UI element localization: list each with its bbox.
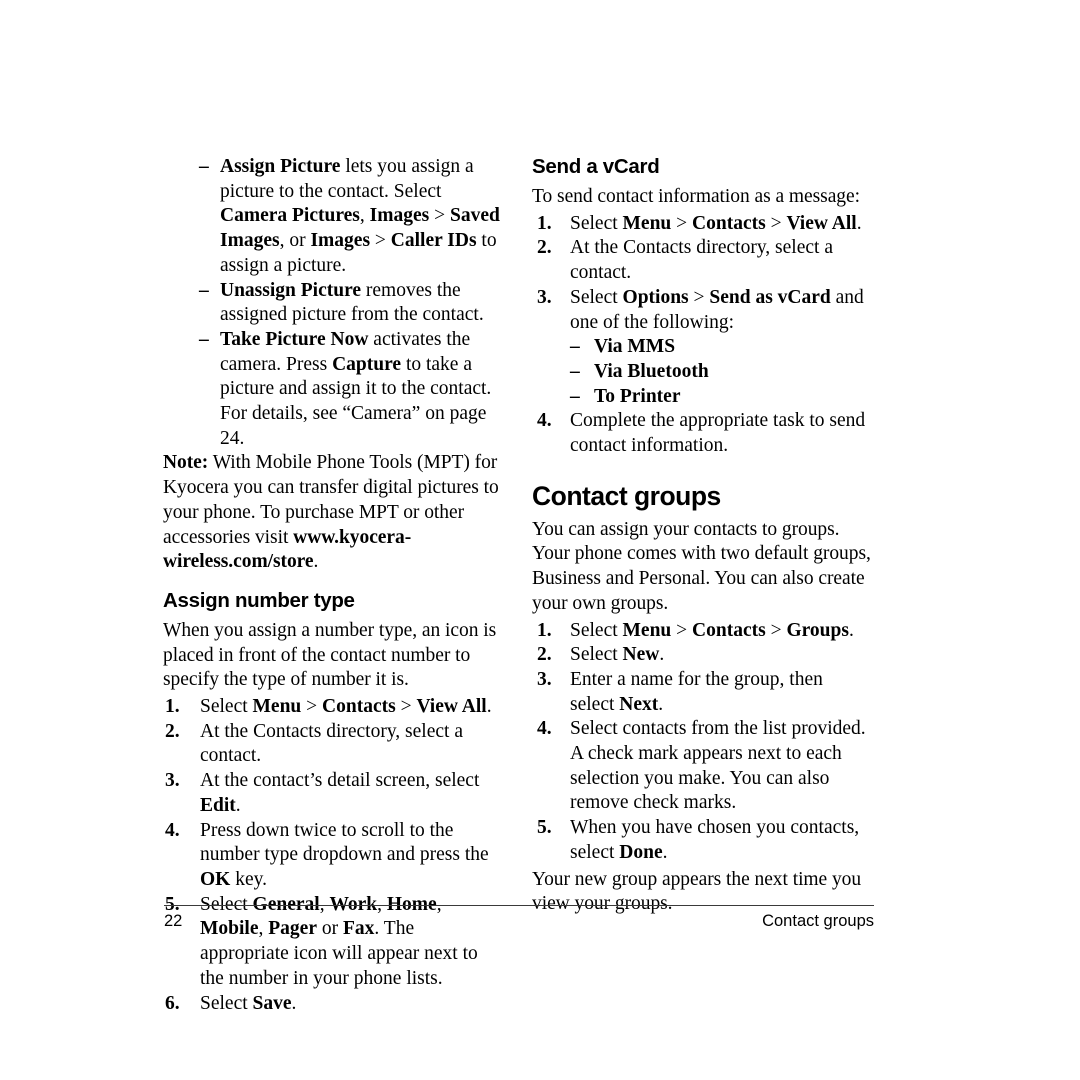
right-column: Send a vCard To send contact information… (532, 155, 872, 919)
numbered-step: 4. Select contacts from the list provided… (532, 717, 872, 816)
numbered-step: 1. Select Menu > Contacts > View All. (163, 695, 503, 720)
send-vcard-intro: To send contact information as a message… (532, 186, 860, 207)
step-text: At the Contacts directory, select a cont… (570, 237, 833, 284)
step-number: 5. (537, 817, 552, 839)
numbered-step: 3. Enter a name for the group, then selec… (532, 668, 872, 717)
step-number: 1. (165, 696, 180, 718)
dash-item-text: To Printer (594, 385, 681, 407)
step-number: 4. (537, 410, 552, 432)
step-text: Select Menu > Contacts > Groups. (570, 619, 854, 641)
step-text: Press down twice to scroll to the number… (200, 819, 489, 890)
dash-item-text: Assign Picture lets you assign a picture… (220, 156, 500, 276)
step-number: 2. (537, 237, 552, 259)
step-text: At the Contacts directory, select a cont… (200, 720, 463, 767)
dash-bullet-item: – Unassign Picture removes the assigned p… (163, 279, 503, 328)
dash-marker: – (199, 279, 209, 301)
mpt-note: Note: With Mobile Phone Tools (MPT) for … (163, 452, 499, 573)
contact-groups-steps: 1. Select Menu > Contacts > Groups. 2. Sele… (532, 619, 872, 866)
dash-marker: – (199, 156, 209, 177)
step-number: 3. (165, 770, 180, 792)
step-number: 4. (537, 718, 552, 740)
step-text: Enter a name for the group, then select … (570, 668, 823, 715)
step-text: Select New. (570, 644, 665, 666)
step-number: 2. (165, 720, 180, 742)
step-number: 4. (165, 819, 180, 841)
dash-item-text: Unassign Picture removes the assigned pi… (220, 279, 484, 326)
step-number: 2. (537, 644, 552, 666)
assign-number-type-intro: When you assign a number type, an icon i… (163, 619, 497, 691)
dash-marker: – (570, 385, 580, 407)
picture-options-list: – Assign Picture lets you assign a pictur… (163, 155, 503, 451)
left-column: – Assign Picture lets you assign a pictur… (163, 155, 503, 1016)
dash-item-text: Via MMS (594, 336, 676, 358)
dash-bullet-item: – Via MMS (532, 335, 872, 360)
send-vcard-steps: 1. Select Menu > Contacts > View All. 2. At… (532, 212, 872, 336)
numbered-step: 5.Select General, Work, Home, Mobile, Pa… (163, 893, 503, 992)
step-text: At the contact’s detail screen, select E… (200, 770, 480, 816)
numbered-step: 2. At the Contacts directory, select a co… (532, 236, 872, 285)
numbered-step: 3. At the contact’s detail screen, select… (163, 769, 503, 818)
step-number: 3. (537, 668, 552, 690)
send-vcard-heading: Send a vCard (532, 155, 660, 178)
step-number: 1. (537, 619, 552, 641)
step-number: 6. (165, 992, 180, 1014)
step-text: Select General, Work, Home, Mobile, Page… (200, 893, 478, 989)
dash-bullet-item: – Via Bluetooth (532, 360, 872, 385)
step-text: Select Menu > Contacts > View All. (200, 696, 492, 718)
numbered-step: 4. Press down twice to scroll to the numb… (163, 819, 503, 893)
dash-bullet-item: – Assign Picture lets you assign a pictur… (163, 155, 503, 279)
step-text: Complete the appropriate task to send co… (570, 410, 866, 457)
footer-divider (164, 905, 874, 906)
dash-bullet-item: – To Printer (532, 385, 872, 410)
step-text: Select Options > Send as vCard and one o… (570, 286, 864, 333)
send-vcard-steps-continued: 4. Complete the appropriate task to send … (532, 409, 872, 458)
contact-groups-intro: You can assign your contacts to groups. … (532, 518, 871, 614)
send-vcard-suboptions: – Via MMS – Via Bluetooth – To Printer (532, 335, 872, 409)
numbered-step: 1. Select Menu > Contacts > Groups. (532, 619, 872, 644)
dash-item-text: Via Bluetooth (594, 360, 709, 382)
numbered-step: 5. When you have chosen you contacts, sel… (532, 816, 872, 865)
numbered-step: 6. Select Save. (163, 992, 503, 1017)
dash-item-text: Take Picture Now activates the camera. P… (220, 328, 492, 449)
assign-number-type-heading: Assign number type (163, 588, 355, 612)
page-footer: 22 Contact groups (164, 910, 874, 932)
numbered-step: 4. Complete the appropriate task to send … (532, 409, 872, 458)
step-text: Select Menu > Contacts > View All. (570, 212, 862, 234)
numbered-step: 2. Select New. (532, 643, 872, 668)
dash-bullet-item: – Take Picture Now activates the camera. … (163, 328, 503, 452)
step-text: Select Save. (200, 992, 297, 1014)
contact-groups-heading: Contact groups (532, 480, 721, 511)
step-number: 3. (537, 286, 552, 308)
step-text: Select contacts from the list provided. … (570, 718, 866, 814)
numbered-step: 2. At the Contacts directory, select a co… (163, 720, 503, 769)
dash-marker: – (570, 360, 580, 382)
running-head: Contact groups (762, 912, 874, 930)
numbered-step: 3. Select Options > Send as vCard and one… (532, 286, 872, 335)
step-text: When you have chosen you contacts, selec… (570, 817, 860, 863)
step-number: 1. (537, 212, 552, 234)
assign-number-type-steps: 1. Select Menu > Contacts > View All. 2. At… (163, 695, 503, 1016)
numbered-step: 1. Select Menu > Contacts > View All. (532, 212, 872, 237)
manual-page: – Assign Picture lets you assign a pictur… (0, 0, 1080, 1080)
dash-marker: – (570, 336, 580, 358)
dash-marker: – (199, 328, 209, 350)
page-number: 22 (164, 912, 183, 930)
